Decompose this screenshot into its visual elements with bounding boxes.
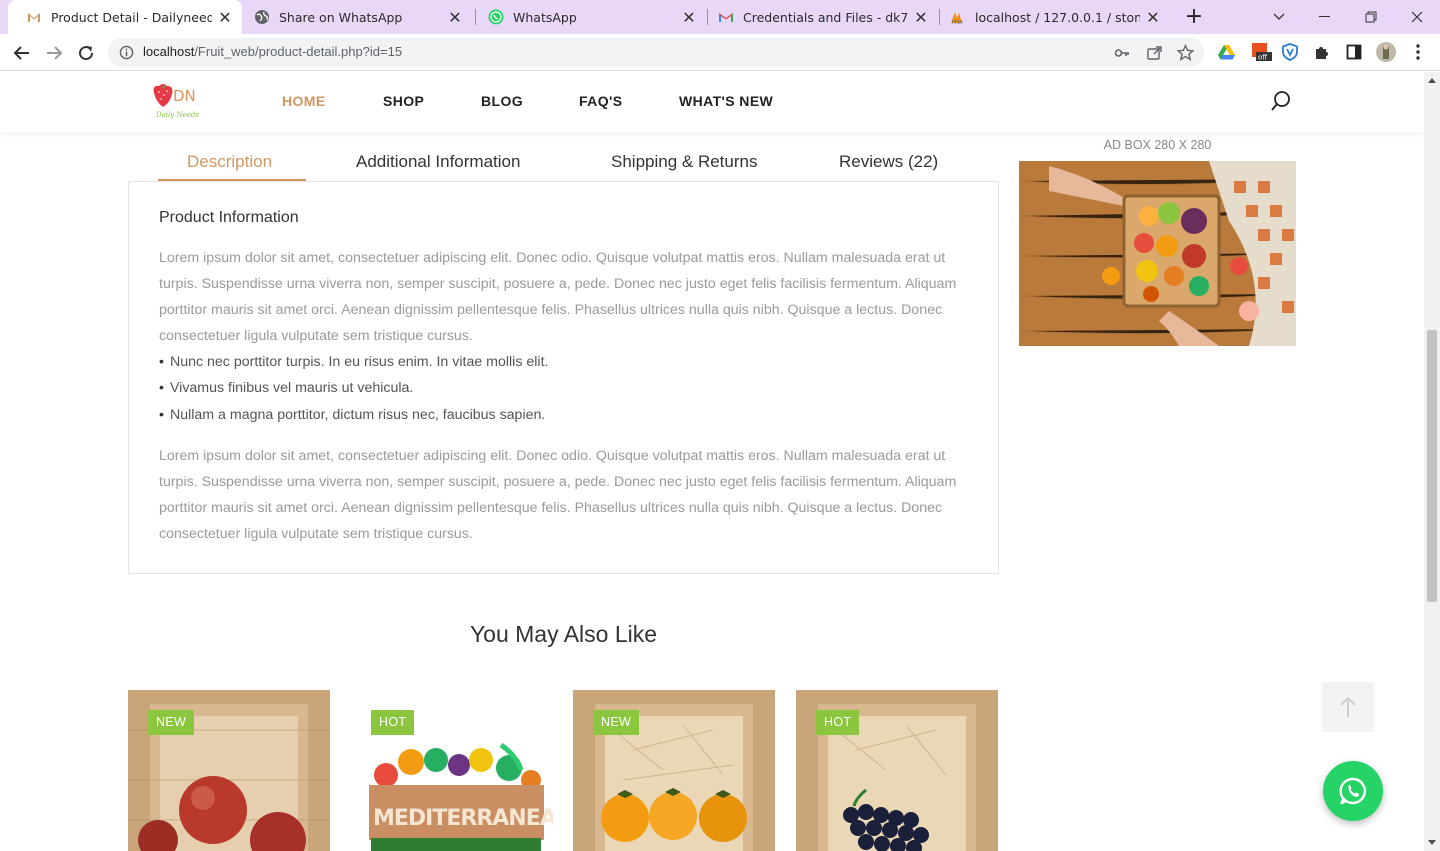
list-item: Nullam a magna porttitor, dictum risus n…: [159, 402, 548, 428]
google-drive-icon[interactable]: [1217, 43, 1235, 61]
forward-arrow-icon[interactable]: [42, 41, 66, 65]
ad-image-fruit-box[interactable]: [1019, 161, 1296, 346]
product-card[interactable]: NEW: [128, 690, 330, 851]
arrow-up-icon: [1340, 696, 1356, 717]
svg-text:off: off: [1258, 54, 1267, 62]
close-tab-icon[interactable]: ✕: [682, 8, 696, 27]
key-icon[interactable]: [1114, 45, 1130, 61]
profile-avatar[interactable]: [1376, 42, 1396, 62]
nav-whats-new[interactable]: WHAT'S NEW: [679, 93, 773, 109]
nav-home[interactable]: HOME: [282, 93, 326, 109]
page-scrollbar[interactable]: [1424, 72, 1440, 851]
extension-off-badge-icon[interactable]: off: [1251, 43, 1273, 62]
close-tab-icon[interactable]: ✕: [1146, 8, 1160, 27]
svg-text:MEDITERRANEAN: MEDITERRANEAN: [373, 806, 553, 831]
product-information-heading: Product Information: [159, 209, 299, 226]
product-tabs: Description Additional Information Shipp…: [128, 138, 999, 182]
scroll-up-arrow-icon[interactable]: [1428, 78, 1436, 83]
list-item: Nunc nec porttitor turpis. In eu risus e…: [159, 349, 548, 375]
browser-toolbar: localhost/Fruit_web/product-detail.php?i…: [0, 34, 1440, 71]
gmail-icon: [719, 13, 733, 22]
reload-icon[interactable]: [74, 41, 98, 65]
extensions-puzzle-icon[interactable]: [1313, 43, 1331, 61]
description-paragraph-1: Lorem ipsum dolor sit amet, consectetuer…: [159, 250, 957, 344]
tab-description[interactable]: Description: [187, 152, 272, 172]
svg-text:PMA: PMA: [952, 20, 963, 25]
nav-blog[interactable]: BLOG: [481, 93, 523, 109]
search-icon[interactable]: [1270, 90, 1292, 112]
svg-text:Daily Needs: Daily Needs: [155, 111, 199, 119]
browser-tab-product-detail[interactable]: Product Detail - Dailyneeds ✕: [8, 0, 242, 34]
nav-faqs[interactable]: FAQ'S: [579, 93, 622, 109]
close-tab-icon[interactable]: ✕: [914, 8, 928, 27]
gmail-m-icon: [28, 13, 40, 22]
tab-title: WhatsApp: [513, 9, 577, 25]
related-products-title: You May Also Like: [469, 621, 658, 647]
close-window-icon[interactable]: [1394, 0, 1440, 34]
hot-badge: HOT: [816, 710, 860, 735]
hot-badge: HOT: [371, 710, 415, 735]
url-text: localhost/Fruit_web/product-detail.php?i…: [143, 44, 403, 59]
whatsapp-chat-button[interactable]: [1323, 761, 1383, 821]
web-page: DN Daily Needs HOME SHOP BLOG FAQ'S WHAT…: [0, 72, 1424, 851]
shield-extension-icon[interactable]: [1281, 43, 1299, 61]
browser-menu-kebab-icon[interactable]: [1409, 43, 1427, 61]
new-tab-button[interactable]: +: [1182, 4, 1206, 29]
description-paragraph-2: Lorem ipsum dolor sit amet, consectetuer…: [159, 448, 957, 542]
ad-box-label: AD BOX 280 X 280: [1103, 138, 1212, 152]
description-panel: Product Information Lorem ipsum dolor si…: [128, 181, 999, 574]
whatsapp-icon: [1339, 777, 1367, 805]
svg-text:DN: DN: [173, 87, 196, 105]
scroll-down-arrow-icon[interactable]: [1428, 840, 1436, 845]
browser-tab-strip: Product Detail - Dailyneeds ✕ Share on W…: [0, 0, 1440, 34]
site-info-icon[interactable]: [119, 45, 134, 60]
close-tab-icon[interactable]: ✕: [218, 8, 232, 27]
browser-tab-phpmyadmin[interactable]: PMA localhost / 127.0.0.1 / stone / ce ✕: [932, 0, 1170, 34]
tab-additional-information[interactable]: Additional Information: [356, 152, 520, 172]
tab-shipping-returns[interactable]: Shipping & Returns: [611, 152, 757, 172]
globe-icon: [255, 10, 269, 24]
tab-title: localhost / 127.0.0.1 / stone / ce: [975, 9, 1140, 25]
browser-tab-share-whatsapp[interactable]: Share on WhatsApp ✕: [236, 0, 472, 34]
close-tab-icon[interactable]: ✕: [448, 8, 462, 27]
scrollbar-thumb[interactable]: [1427, 330, 1437, 602]
nav-shop[interactable]: SHOP: [383, 93, 424, 109]
restore-window-icon[interactable]: [1348, 0, 1394, 34]
new-badge: NEW: [148, 710, 195, 735]
tab-search-chevron-icon[interactable]: [1256, 0, 1302, 34]
browser-tab-whatsapp[interactable]: WhatsApp ✕: [470, 0, 706, 34]
side-panel-icon[interactable]: [1345, 43, 1363, 61]
list-item: Vivamus finibus vel mauris ut vehicula.: [159, 375, 548, 401]
product-card[interactable]: NEW: [573, 690, 775, 851]
new-badge: NEW: [593, 710, 640, 735]
bookmark-star-icon[interactable]: [1177, 44, 1194, 61]
feature-list: Nunc nec porttitor turpis. In eu risus e…: [159, 349, 548, 428]
scroll-to-top-button[interactable]: [1322, 682, 1374, 732]
site-logo[interactable]: DN Daily Needs: [150, 81, 206, 121]
whatsapp-icon: [488, 9, 504, 25]
site-header: DN Daily Needs HOME SHOP BLOG FAQ'S WHAT…: [0, 72, 1424, 132]
browser-tab-credentials[interactable]: Credentials and Files - dk72082 ✕: [700, 0, 938, 34]
tab-reviews[interactable]: Reviews (22): [839, 152, 938, 172]
tab-title: Product Detail - Dailyneeds: [51, 9, 212, 25]
share-icon[interactable]: [1146, 45, 1162, 61]
phpmyadmin-icon: PMA: [951, 12, 963, 25]
back-arrow-icon[interactable]: [10, 41, 34, 65]
tab-title: Share on WhatsApp: [279, 9, 403, 25]
product-card[interactable]: MEDITERRANEAN HOT: [351, 690, 553, 851]
tab-title: Credentials and Files - dk72082: [743, 9, 908, 25]
address-bar[interactable]: localhost/Fruit_web/product-detail.php?i…: [108, 38, 1204, 67]
product-card[interactable]: HOT: [796, 690, 998, 851]
minimize-window-icon[interactable]: [1302, 0, 1348, 34]
